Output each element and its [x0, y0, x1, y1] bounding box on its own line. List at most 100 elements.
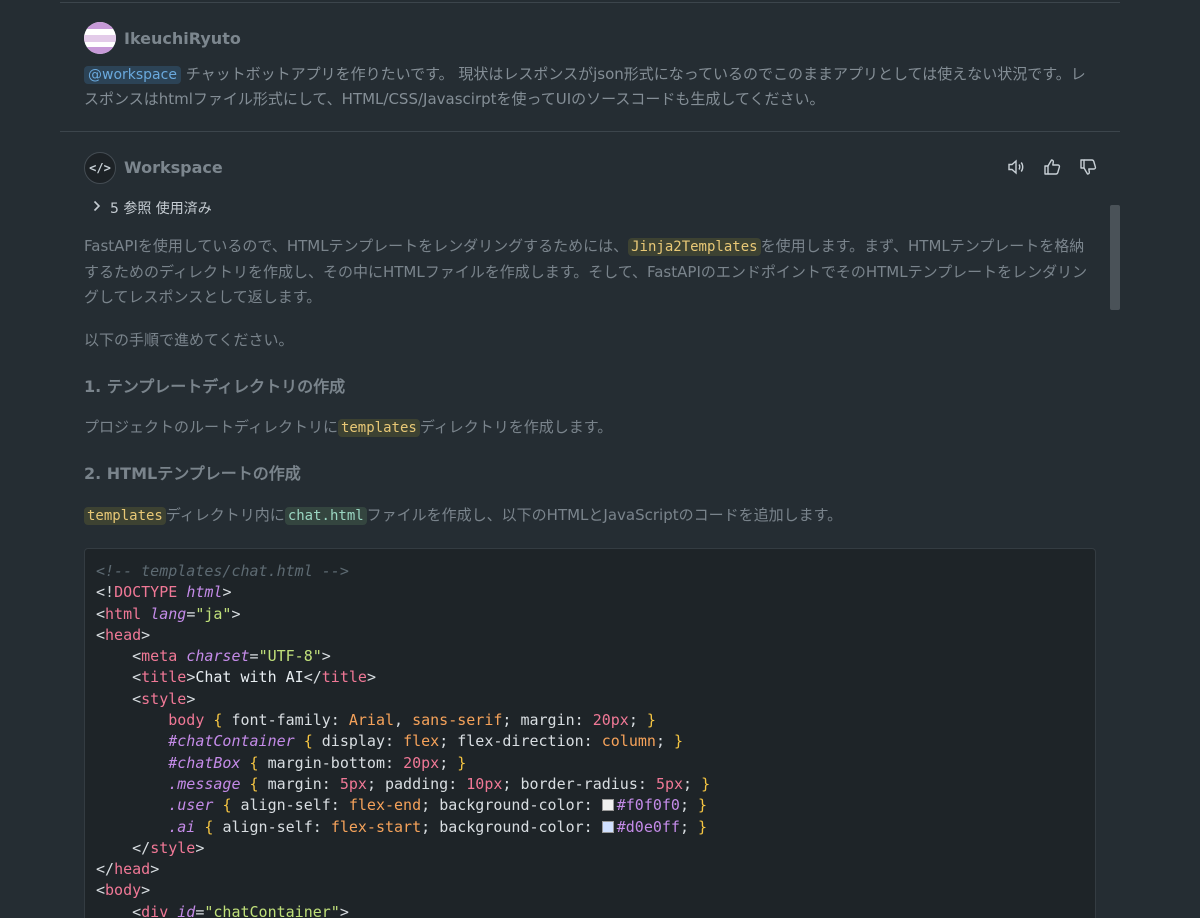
code-token: flex-direction:: [457, 732, 602, 751]
heading-step-2: 2. HTMLテンプレートの作成: [84, 464, 301, 483]
code-token: body: [105, 881, 142, 900]
scrollbar-thumb[interactable]: [1110, 205, 1120, 310]
code-token: 10px: [466, 774, 503, 793]
code-line: <div id="chatContainer">: [96, 902, 1095, 918]
code-line: <title>Chat with AI</title>: [132, 668, 376, 687]
code-token: background-color:: [439, 796, 602, 815]
code-token: html: [186, 583, 223, 602]
user-avatar: [84, 22, 116, 54]
code-token: 20px: [592, 711, 629, 730]
code-line: <!-- templates/chat.html -->: [96, 561, 1095, 582]
workspace-mention: @workspace: [84, 66, 181, 84]
code-token: sans-serif: [412, 711, 503, 730]
code-line: <body>: [96, 881, 151, 900]
code-token: background-color:: [439, 817, 602, 836]
paragraph-step-1: プロジェクトのルートディレクトリに templates ディレクトリを作成します。: [84, 415, 1094, 441]
code-token: head: [105, 625, 142, 644]
code-token: Arial: [348, 711, 395, 730]
chevron-right-icon: [92, 200, 102, 216]
code-token: flex: [403, 732, 440, 751]
response-actions: [1004, 155, 1100, 179]
code-token: div: [141, 902, 169, 918]
assistant-name: Workspace: [124, 158, 223, 177]
code-token: margin-bottom:: [267, 753, 404, 772]
color-swatch-f0f0f0[interactable]: [601, 799, 614, 812]
code-token: head: [114, 860, 151, 879]
code-line: .ai { align-self: flex-start; background…: [168, 817, 708, 836]
code-token: #d0e0ff: [616, 817, 680, 836]
inline-code-jinja2templates: Jinja2Templates: [628, 238, 761, 256]
code-token: .user: [168, 796, 214, 815]
code-token: margin:: [267, 774, 340, 793]
code-token: 20px: [403, 753, 440, 772]
code-token: #chatContainer: [168, 732, 295, 751]
code-line: </head>: [96, 860, 160, 879]
paragraph-text: ディレクトリを作成します。: [419, 418, 613, 436]
code-comment: <!-- templates/chat.html -->: [96, 562, 349, 580]
color-swatch-d0e0ff[interactable]: [601, 820, 614, 833]
code-token: #f0f0f0: [616, 796, 680, 815]
code-token: title: [321, 668, 367, 687]
code-token: title: [141, 668, 187, 687]
code-line: <html lang="ja">: [96, 604, 241, 623]
code-token: .message: [168, 774, 241, 793]
code-token: padding:: [385, 774, 467, 793]
code-token: "chatContainer": [204, 902, 340, 918]
code-token: border-radius:: [520, 774, 656, 793]
thumbs-down-icon[interactable]: [1076, 155, 1100, 179]
code-token: Chat with AI: [195, 668, 304, 687]
inline-code-templates: templates: [337, 419, 420, 437]
code-token: display:: [321, 732, 404, 751]
code-token: font-family:: [231, 711, 349, 730]
code-token: flex-start: [330, 817, 422, 836]
inline-code-templates: templates: [84, 507, 166, 525]
code-token: #chatBox: [168, 753, 241, 772]
paragraph-text: ディレクトリ内に: [165, 506, 285, 524]
heading-step-1: 1. テンプレートディレクトリの作成: [84, 377, 346, 396]
code-token: html: [105, 604, 142, 623]
code-token: "UTF-8": [258, 647, 322, 666]
code-token: align-self:: [240, 796, 349, 815]
user-message: @workspace チャットボットアプリを作りたいです。 現状はレスポンスがj…: [84, 62, 1094, 111]
code-token: 5px: [339, 774, 367, 793]
code-token: 5px: [655, 774, 684, 793]
code-line: body { font-family: Arial, sans-serif; m…: [168, 711, 656, 730]
code-line: .user { align-self: flex-end; background…: [168, 796, 708, 815]
references-label: 5 参照 使用済み: [110, 201, 212, 217]
paragraph-steps: 以下の手順で進めてください。: [84, 331, 294, 349]
top-divider: [60, 2, 1120, 3]
user-name: IkeuchiRyuto: [124, 29, 241, 48]
code-line: <head>: [96, 625, 151, 644]
code-token: style: [141, 689, 187, 708]
code-token: margin:: [520, 711, 593, 730]
code-token: .ai: [168, 817, 196, 836]
code-icon: </>: [84, 152, 116, 184]
code-line: <!DOCTYPE html>: [96, 583, 232, 602]
code-token: flex-end: [348, 796, 422, 815]
code-line: #chatContainer { display: flex; flex-dir…: [168, 732, 684, 751]
paragraph-text: ファイルを作成し、以下のHTMLとJavaScriptのコードを追加します。: [366, 506, 843, 524]
code-token: charset: [186, 647, 250, 666]
paragraph-text: プロジェクトのルートディレクトリに: [84, 418, 338, 436]
code-token: style: [150, 838, 196, 857]
user-message-text: チャットボットアプリを作りたいです。 現状はレスポンスがjson形式になっている…: [84, 65, 1086, 108]
paragraph-text: FastAPIを使用しているので、HTMLテンプレートをレンダリングするためには…: [84, 237, 629, 255]
code-token: id: [177, 902, 196, 918]
code-token: DOCTYPE: [114, 583, 178, 602]
paragraph-intro: FastAPIを使用しているので、HTMLテンプレートをレンダリングするためには…: [84, 234, 1094, 310]
code-line: .message { margin: 5px; padding: 10px; b…: [168, 774, 711, 793]
speaker-icon[interactable]: [1004, 155, 1028, 179]
code-line: #chatBox { margin-bottom: 20px; }: [168, 753, 467, 772]
code-token: meta: [141, 647, 178, 666]
code-line: </style>: [132, 838, 205, 857]
code-line: <meta charset="UTF-8">: [132, 647, 331, 666]
references-toggle[interactable]: 5 参照 使用済み: [92, 198, 212, 218]
thumbs-up-icon[interactable]: [1040, 155, 1064, 179]
code-token: body: [168, 711, 205, 730]
paragraph-step-2: templates ディレクトリ内に chat.html ファイルを作成し、以下のHT…: [84, 503, 1094, 529]
code-token: lang: [150, 604, 187, 623]
code-block[interactable]: <!-- templates/chat.html --> <!DOCTYPE h…: [84, 548, 1096, 918]
inline-code-chat-html: chat.html: [284, 507, 367, 525]
code-token: align-self:: [222, 817, 331, 836]
code-line: <style>: [132, 689, 196, 708]
